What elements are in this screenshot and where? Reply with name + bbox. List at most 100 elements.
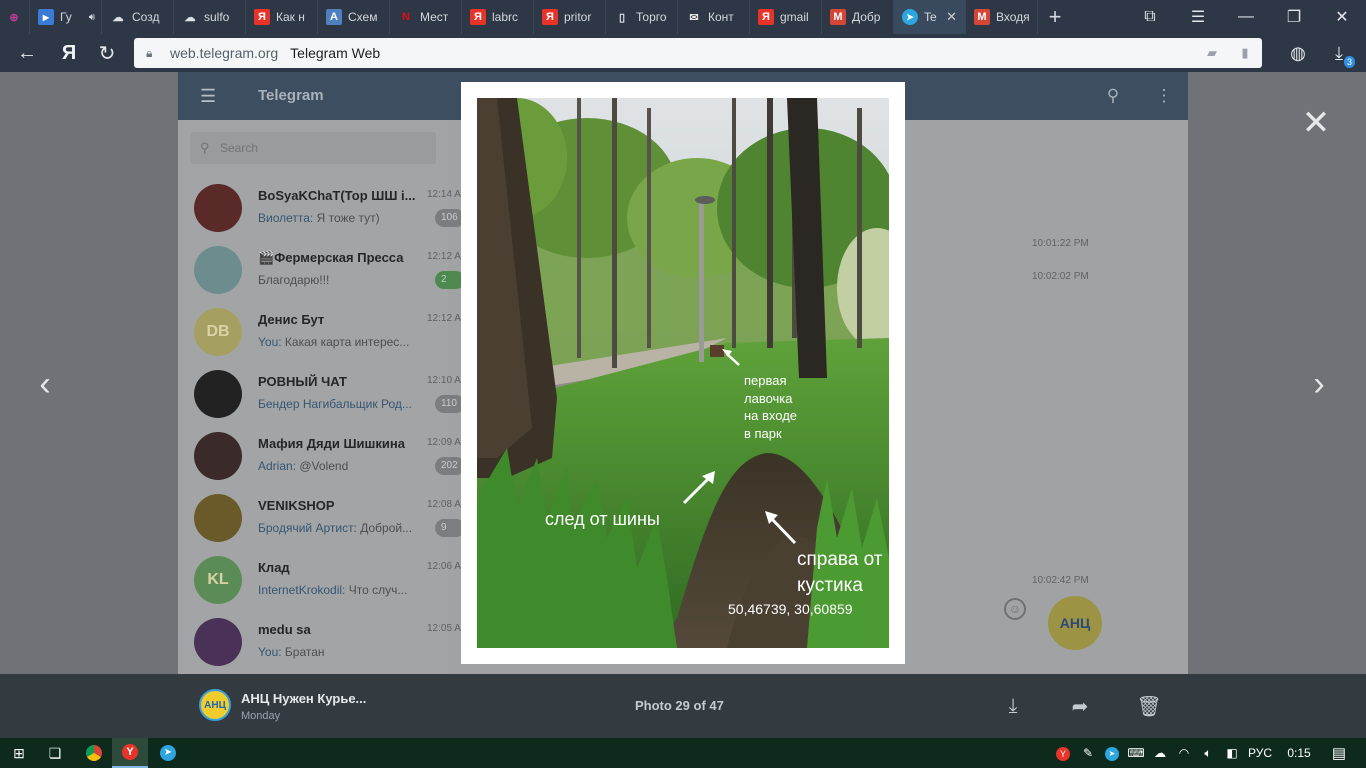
download-photo-button[interactable]: ⤓ [1001, 694, 1025, 718]
search-icon: ⚲ [200, 140, 210, 155]
photo-counter: Photo 29 of 47 [635, 698, 724, 713]
chat-item[interactable]: medu sa 12:05 A You: Братан [178, 610, 461, 672]
message-text: @Volend [296, 459, 349, 473]
tab-label: sulfo [204, 10, 230, 24]
cloud-tray-icon[interactable]: ☁ [1148, 746, 1172, 760]
tabs-manager-icon[interactable]: ⧉ [1126, 0, 1174, 34]
browser-tab[interactable]: ➤ Te ✕ [894, 0, 966, 34]
chat-last-message: Бродячий Артист: Доброй... [258, 521, 438, 535]
channel-avatar[interactable]: АНЦ [199, 689, 231, 721]
browser-tab[interactable]: M Добр [822, 0, 894, 34]
chat-name: VENIKSHOP [258, 498, 335, 513]
chat-item[interactable]: РОВНЫЙ ЧАТ 12:10 A Бендер Нагибальщик Род.… [178, 362, 465, 424]
speaker-icon[interactable]: 🔊︎ [89, 12, 101, 23]
language-indicator[interactable]: РУС [1244, 746, 1276, 760]
chat-item[interactable]: BoSyaKChaT(Тор ШШ і... 12:14 A Виолетта: Я… [178, 176, 465, 238]
more-options-icon[interactable]: ⋮ [1153, 85, 1175, 107]
browser-tab[interactable]: ▯ Торго [606, 0, 678, 34]
window-controls: ⧉ ☰ — ❐ ✕ [1126, 0, 1366, 34]
chat-item[interactable]: DB Денис Бут 12:12 A You: Какая карта интер… [178, 300, 461, 362]
chat-time: 12:10 A [427, 375, 461, 386]
paint-tray-icon[interactable]: ✎ [1076, 746, 1100, 760]
chat-time: 12:06 A [427, 561, 461, 572]
browser-tab[interactable]: ▶ Гу 🔊︎ [30, 0, 102, 34]
emoji-icon[interactable]: ☺ [1004, 598, 1026, 620]
clock[interactable]: 0:15 [1276, 746, 1322, 760]
hamburger-menu-icon[interactable]: ☰ [200, 86, 218, 106]
reload-button[interactable]: ↻ [94, 40, 120, 66]
park-photo: первая лавочка на входе в парк след от ш… [477, 98, 889, 648]
chat-time: 12:14 A [427, 189, 461, 200]
windows-start-icon[interactable]: ⊞ [0, 738, 38, 768]
chat-last-message: Виолетта: Я тоже тут) [258, 211, 438, 225]
browser-tab[interactable]: ☁ sulfo [174, 0, 246, 34]
comment-icon[interactable]: ▰ [1204, 45, 1220, 61]
message-time: 10:02:02 PM [1032, 271, 1089, 282]
next-photo-button[interactable]: › [1304, 365, 1334, 405]
telegram-tray-icon[interactable]: ➤ [1100, 745, 1124, 761]
omnibox[interactable]: 🔒︎ web.telegram.org Telegram Web ▰ ▮ [134, 38, 1262, 68]
chat-item[interactable]: VENIKSHOP 12:08 A Бродячий Артист: Доброй.… [178, 486, 465, 548]
yandex-home-button[interactable]: Я [56, 40, 82, 66]
chrome-icon[interactable] [76, 738, 112, 768]
browser-tab[interactable]: A Схем [318, 0, 390, 34]
chat-avatar [194, 432, 242, 480]
telegram-taskbar-icon[interactable]: ➤ [150, 738, 186, 768]
close-viewer-button[interactable]: ✕ [1300, 106, 1332, 140]
globe-icon[interactable]: ◍ [1285, 40, 1311, 66]
browser-tab[interactable]: ☁ Созд [102, 0, 174, 34]
chat-search-input[interactable]: ⚲ Search [190, 132, 436, 164]
browser-tab[interactable]: ✉ Конт [678, 0, 750, 34]
close-window-button[interactable]: ✕ [1318, 0, 1366, 34]
back-button[interactable]: ← [14, 40, 40, 66]
channel-avatar: АНЦ [1048, 596, 1102, 650]
chat-item[interactable]: 🎬Фермерская Пресса 12:12 A Благодарю!!! 2 [178, 238, 465, 300]
forward-photo-button[interactable]: ➦ [1068, 694, 1092, 718]
browser-tab[interactable]: Яlabrc [462, 0, 534, 34]
close-tab-icon[interactable]: ✕ [946, 9, 965, 25]
downloads-button[interactable]: ⤓ 3 [1326, 40, 1355, 68]
task-view-icon[interactable]: ❏ [38, 738, 72, 768]
tab-strip: ⊕ ▶ Гу 🔊︎ ☁ Созд ☁ sulfo Я Как н A Схем N Мест Яlabrc Я… [0, 0, 1038, 34]
browser-tab[interactable]: N Мест [390, 0, 462, 34]
new-tab-button[interactable]: + [1038, 0, 1072, 34]
restore-button[interactable]: ❐ [1270, 0, 1318, 34]
action-center-icon[interactable]: ▤ [1322, 744, 1356, 762]
search-icon[interactable]: ⚲ [1102, 85, 1124, 107]
photo[interactable]: первая лавочка на входе в парк след от ш… [477, 98, 889, 648]
bookmark-icon[interactable]: ▮ [1237, 45, 1253, 61]
delete-photo-button[interactable]: 🗑︎ [1136, 694, 1161, 718]
chat-time: 12:05 A [427, 623, 461, 634]
channel-name[interactable]: АНЦ Нужен Курье... [241, 691, 366, 706]
tab-label: Входя [996, 10, 1030, 24]
yandex-tray-icon[interactable]: Y [1050, 746, 1076, 761]
browser-tab[interactable]: Яpritor [534, 0, 606, 34]
browser-tab[interactable]: M Входя [966, 0, 1038, 34]
previous-photo-button[interactable]: ‹ [30, 365, 60, 405]
browser-tab[interactable]: Яgmail [750, 0, 822, 34]
browser-tab-bar: ⊕ ▶ Гу 🔊︎ ☁ Созд ☁ sulfo Я Как н A Схем N Мест Яlabrc Я… [0, 0, 1366, 34]
browser-tab[interactable]: ⊕ [0, 0, 30, 34]
tab-label: Схем [348, 10, 378, 24]
keyboard-tray-icon[interactable]: ⌨ [1124, 746, 1148, 760]
chat-item[interactable]: Мафия Дяди Шишкина 12:09 A Adrian: @Volend… [178, 424, 465, 486]
browser-tab[interactable]: Я Как н [246, 0, 318, 34]
chat-item[interactable]: KL Клад 12:06 A InternetKrokodil: Что случ.… [178, 548, 461, 610]
chat-list: ⚲ Search BoSyaKChaT(Тор ШШ і... 12:14 A Ви… [178, 120, 465, 674]
tab-label: Как н [276, 10, 305, 24]
volume-icon[interactable]: 🔈︎ [1196, 746, 1220, 761]
page-title: Telegram Web [290, 45, 381, 61]
chat-time: 12:12 A [427, 313, 461, 324]
wifi-icon[interactable]: ◠ [1172, 746, 1196, 760]
yandex-browser-icon[interactable]: Y [112, 738, 148, 768]
envelope-icon: ✉ [689, 11, 699, 24]
gmail-icon: M [974, 9, 990, 25]
chat-name: РОВНЫЙ ЧАТ [258, 374, 347, 389]
minimize-button[interactable]: — [1222, 0, 1270, 34]
address-bar: ← Я ↻ 🔒︎ web.telegram.org Telegram Web ▰… [0, 34, 1366, 72]
menu-icon[interactable]: ☰ [1174, 0, 1222, 34]
download-icon: ⤓ [1335, 42, 1343, 63]
notification-tray-icon[interactable]: ◧ [1220, 746, 1244, 760]
message-sender: Виолетта: [258, 211, 314, 225]
netflix-n-icon: N [398, 9, 414, 25]
